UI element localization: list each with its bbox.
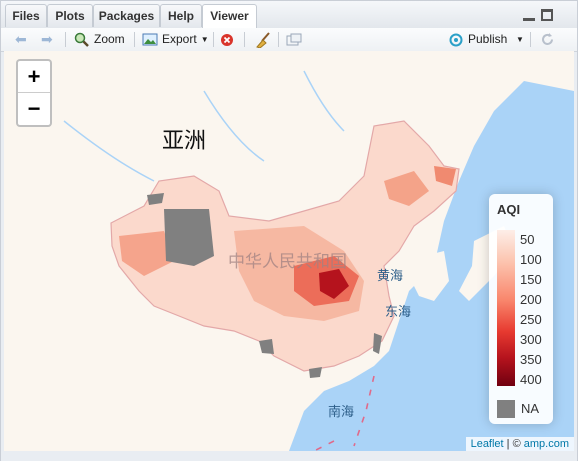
viewer-pane: Files Plots Packages Help Viewer ⬅ ➡ Zoo… xyxy=(0,0,578,461)
toolbar-separator xyxy=(278,32,279,47)
map-attribution: Leaflet | © amp.com xyxy=(465,437,574,451)
na-region-xinjiang[interactable] xyxy=(164,209,214,266)
refresh-icon xyxy=(542,33,553,45)
legend-tick: 150 xyxy=(520,272,542,287)
yellow-sea-label: 黄海 xyxy=(377,269,404,284)
export-button[interactable]: Export ▼ xyxy=(142,31,209,48)
tab-viewer[interactable]: Viewer xyxy=(202,4,257,29)
provider-link[interactable]: amp.com xyxy=(524,438,569,450)
pane-tab-bar: Files Plots Packages Help Viewer xyxy=(1,1,577,29)
legend-tick: 100 xyxy=(520,252,542,267)
legend-tick: 250 xyxy=(520,312,542,327)
legend-tick: 350 xyxy=(520,352,542,367)
clear-viewer-button[interactable] xyxy=(220,31,234,48)
viewer-toolbar: ⬅ ➡ Zoom Export ▼ Publish ▼ xyxy=(1,28,577,52)
export-image-icon xyxy=(142,33,158,45)
zoom-control: + − xyxy=(16,59,52,127)
toolbar-separator xyxy=(65,32,66,47)
clear-all-button[interactable] xyxy=(254,31,272,48)
publish-dropdown-icon[interactable]: ▼ xyxy=(516,31,524,48)
toolbar-separator xyxy=(244,32,245,47)
tab-plots[interactable]: Plots xyxy=(47,4,93,27)
country-label: 中华人民共和国 xyxy=(228,252,347,272)
back-arrow-icon[interactable]: ⬅ xyxy=(15,31,27,48)
legend-title: AQI xyxy=(497,202,521,217)
leaflet-map[interactable]: 亚洲 中华人民共和国 黄海 东海 南海 + − AQI 50 100 150 2… xyxy=(4,51,574,451)
broom-icon xyxy=(256,31,270,48)
minimize-icon[interactable] xyxy=(523,11,535,21)
zoom-button[interactable]: Zoom xyxy=(74,31,125,48)
forward-arrow-icon[interactable]: ➡ xyxy=(41,31,53,48)
chevron-down-icon: ▼ xyxy=(200,35,209,44)
pane-bottom-border xyxy=(1,453,577,461)
legend-na-label: NA xyxy=(521,401,540,416)
zoom-in-button[interactable]: + xyxy=(18,61,50,93)
tab-files[interactable]: Files xyxy=(5,4,47,27)
toolbar-separator xyxy=(530,32,531,47)
tab-help[interactable]: Help xyxy=(160,4,202,27)
legend-tick: 200 xyxy=(520,292,542,307)
east-sea-label: 东海 xyxy=(385,305,412,320)
popout-button[interactable] xyxy=(286,31,302,48)
refresh-button[interactable] xyxy=(540,31,555,48)
new-window-icon xyxy=(286,33,302,45)
legend-color-bar xyxy=(497,230,515,386)
export-label: Export xyxy=(162,32,197,46)
publish-button[interactable]: Publish xyxy=(448,31,507,48)
continent-label: 亚洲 xyxy=(162,129,207,154)
legend-na-swatch xyxy=(497,400,515,418)
magnifier-icon xyxy=(74,32,89,47)
zoom-label: Zoom xyxy=(94,32,125,46)
toolbar-separator xyxy=(213,32,214,47)
south-sea-label: 南海 xyxy=(328,405,355,420)
publish-label: Publish xyxy=(468,32,508,46)
remove-icon xyxy=(221,33,233,46)
maximize-icon[interactable] xyxy=(541,9,553,21)
tab-packages[interactable]: Packages xyxy=(93,4,160,27)
aqi-legend: AQI 50 100 150 200 250 300 350 400 NA xyxy=(489,194,553,424)
legend-tick: 400 xyxy=(520,372,542,387)
leaflet-link[interactable]: Leaflet xyxy=(471,438,504,450)
attribution-separator: | © xyxy=(503,438,524,450)
legend-tick: 50 xyxy=(520,232,535,247)
toolbar-separator xyxy=(134,32,135,47)
publish-icon xyxy=(449,33,463,46)
zoom-out-button[interactable]: − xyxy=(18,93,50,124)
legend-tick: 300 xyxy=(520,332,542,347)
